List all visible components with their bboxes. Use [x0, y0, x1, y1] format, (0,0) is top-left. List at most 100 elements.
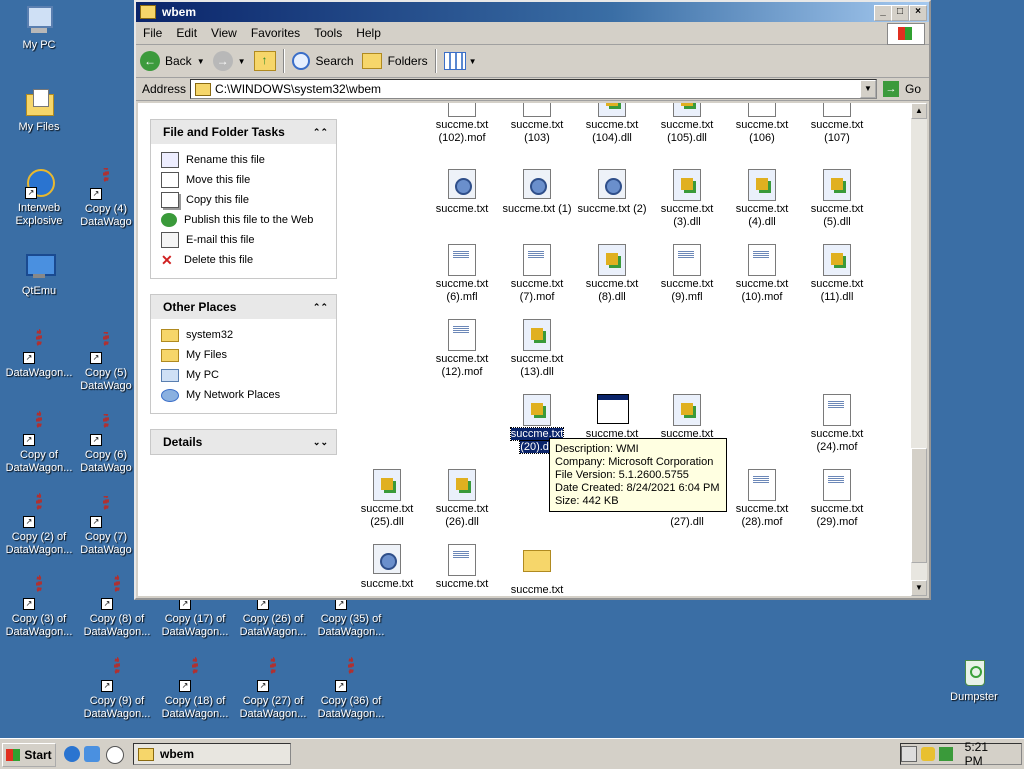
datawagon-icon: ↗: [257, 657, 289, 692]
search-button[interactable]: Search: [288, 47, 358, 75]
file-item[interactable]: succme.txt (2): [574, 169, 650, 216]
desktop-icon-interweb[interactable]: ↗ Interweb Explosive: [0, 167, 78, 228]
folder-icon: [195, 82, 212, 96]
file-item[interactable]: succme.txt (102).mof: [424, 103, 500, 145]
desktop-icon-copy3-datawagon[interactable]: ↗ Copy (3) of DataWagon...: [0, 575, 78, 639]
file-item[interactable]: succme.txt (103): [499, 103, 575, 145]
scroll-up-button[interactable]: ▲: [911, 103, 927, 119]
file-item[interactable]: succme.txt (10).mof: [724, 244, 800, 304]
file-item[interactable]: succme.txt (7).mof: [499, 244, 575, 304]
file-item[interactable]: succme.txt (24).mof: [799, 394, 875, 454]
desktop-icon-copy18-datawagon[interactable]: ↗ Copy (18) of DataWagon...: [156, 657, 234, 721]
file-item[interactable]: succme.txt (6).mfl: [424, 244, 500, 304]
desktop-icon-dumpster[interactable]: Dumpster: [935, 656, 1013, 704]
media-player-quicklaunch-icon[interactable]: [106, 746, 124, 764]
ie-quicklaunch-icon[interactable]: [64, 746, 80, 762]
taskbar-window-button[interactable]: wbem: [133, 743, 291, 765]
folder-documents-icon: [23, 86, 55, 118]
back-arrow-icon: ←: [140, 51, 160, 71]
address-input[interactable]: C:\WINDOWS\system32\wbem ▼: [190, 79, 877, 99]
menu-file[interactable]: File: [136, 26, 169, 40]
file-item[interactable]: succme.txt: [349, 544, 425, 591]
computer-icon: [23, 4, 55, 36]
desktop-icon-copy4-datawagon[interactable]: ↗ Copy (4) DataWago: [78, 168, 134, 229]
dll-file-icon: [673, 169, 701, 201]
file-item[interactable]: succme.txt: [424, 169, 500, 216]
title-bar[interactable]: wbem _ □ ×: [136, 2, 929, 22]
scroll-thumb[interactable]: [911, 448, 927, 563]
file-item[interactable]: succme.txt: [424, 544, 500, 591]
file-item[interactable]: succme.txt (104).dll: [574, 103, 650, 145]
collapse-chevron-icon[interactable]: ⌃⌃: [313, 127, 328, 138]
forward-button[interactable]: → ▼: [209, 47, 250, 75]
file-item[interactable]: succme.txt (107): [799, 103, 875, 145]
file-item[interactable]: succme.txt: [499, 544, 575, 596]
desktop-icon-copy6-datawagon[interactable]: ↗ Copy (6) DataWago: [78, 414, 134, 475]
maximize-button[interactable]: □: [891, 5, 909, 21]
desktop-icon-qtemu[interactable]: QtEmu: [0, 250, 78, 298]
up-folder-button[interactable]: ↑: [250, 47, 280, 75]
panel-header[interactable]: Other Places ⌃⌃: [151, 295, 336, 319]
go-button[interactable]: → Go: [877, 81, 929, 97]
back-button[interactable]: ← Back ▼: [136, 47, 209, 75]
file-item[interactable]: succme.txt (28).mof: [724, 469, 800, 529]
menu-favorites[interactable]: Favorites: [244, 26, 307, 40]
network-tray-icon[interactable]: [938, 747, 953, 761]
file-item[interactable]: succme.txt (8).dll: [574, 244, 650, 304]
collapse-chevron-icon[interactable]: ⌃⌃: [313, 302, 328, 313]
file-item[interactable]: succme.txt (25).dll: [349, 469, 425, 529]
file-item[interactable]: succme.txt (29).mof: [799, 469, 875, 529]
desktop-icon-copy36-datawagon[interactable]: ↗ Copy (36) of DataWagon...: [312, 657, 390, 721]
file-item[interactable]: succme.txt (105).dll: [649, 103, 725, 145]
file-item[interactable]: succme.txt (4).dll: [724, 169, 800, 229]
file-item[interactable]: succme.txt: [574, 394, 650, 441]
menu-help[interactable]: Help: [349, 26, 388, 40]
file-item[interactable]: succme.txt: [649, 394, 725, 441]
task-email[interactable]: E-mail this file: [161, 230, 326, 250]
task-copy[interactable]: Copy this file: [161, 190, 326, 210]
folders-button[interactable]: Folders: [358, 47, 432, 75]
security-shield-icon[interactable]: [920, 747, 935, 761]
menu-edit[interactable]: Edit: [169, 26, 204, 40]
desktop-icon-copy27-datawagon[interactable]: ↗ Copy (27) of DataWagon...: [234, 657, 312, 721]
desktop-icon-my-pc[interactable]: My PC: [0, 4, 78, 52]
file-item[interactable]: succme.txt (11).dll: [799, 244, 875, 304]
place-network[interactable]: My Network Places: [161, 385, 326, 405]
expand-chevron-icon[interactable]: ⌄⌄: [313, 437, 328, 448]
place-my-pc[interactable]: My PC: [161, 365, 326, 385]
desktop-icon-copy7-datawagon[interactable]: ↗ Copy (7) DataWago: [78, 496, 134, 557]
task-delete[interactable]: ✕ Delete this file: [161, 250, 326, 270]
file-item[interactable]: succme.txt (5).dll: [799, 169, 875, 229]
place-system32[interactable]: system32: [161, 325, 326, 345]
desktop-icon-my-files[interactable]: My Files: [0, 86, 78, 134]
task-publish[interactable]: Publish this file to the Web: [161, 210, 326, 230]
file-item[interactable]: succme.txt (12).mof: [424, 319, 500, 379]
file-item[interactable]: succme.txt (3).dll: [649, 169, 725, 229]
explorer-quicklaunch-icon[interactable]: [84, 746, 100, 762]
task-rename[interactable]: Rename this file: [161, 150, 326, 170]
desktop-icon-copy-datawagon[interactable]: ↗ Copy of DataWagon...: [0, 411, 78, 475]
desktop-icon-copy2-datawagon[interactable]: ↗ Copy (2) of DataWagon...: [0, 493, 78, 557]
place-my-files[interactable]: My Files: [161, 345, 326, 365]
desktop-icon-copy9-datawagon[interactable]: ↗ Copy (9) of DataWagon...: [78, 657, 156, 721]
menu-tools[interactable]: Tools: [307, 26, 349, 40]
file-item[interactable]: succme.txt (13).dll: [499, 319, 575, 379]
file-item[interactable]: succme.txt (1): [499, 169, 575, 216]
panel-header[interactable]: Details ⌄⌄: [151, 430, 336, 454]
file-item[interactable]: succme.txt (9).mfl: [649, 244, 725, 304]
menu-view[interactable]: View: [204, 26, 244, 40]
keyboard-tray-icon[interactable]: [900, 746, 917, 762]
scroll-down-button[interactable]: ▼: [911, 580, 927, 596]
address-dropdown-button[interactable]: ▼: [859, 80, 876, 98]
desktop-icon-datawagon[interactable]: ↗ DataWagon...: [0, 329, 78, 380]
start-button[interactable]: Start: [2, 743, 56, 767]
desktop-icon-copy5-datawagon[interactable]: ↗ Copy (5) DataWago: [78, 332, 134, 393]
views-button[interactable]: ▼: [440, 47, 481, 75]
close-button[interactable]: ×: [909, 5, 927, 21]
task-move[interactable]: Move this file: [161, 170, 326, 190]
panel-header[interactable]: File and Folder Tasks ⌃⌃: [151, 120, 336, 144]
minimize-button[interactable]: _: [874, 5, 892, 21]
file-item[interactable]: succme.txt (106): [724, 103, 800, 145]
vertical-scrollbar[interactable]: ▲ ▼: [911, 103, 927, 596]
file-item[interactable]: succme.txt (26).dll: [424, 469, 500, 529]
